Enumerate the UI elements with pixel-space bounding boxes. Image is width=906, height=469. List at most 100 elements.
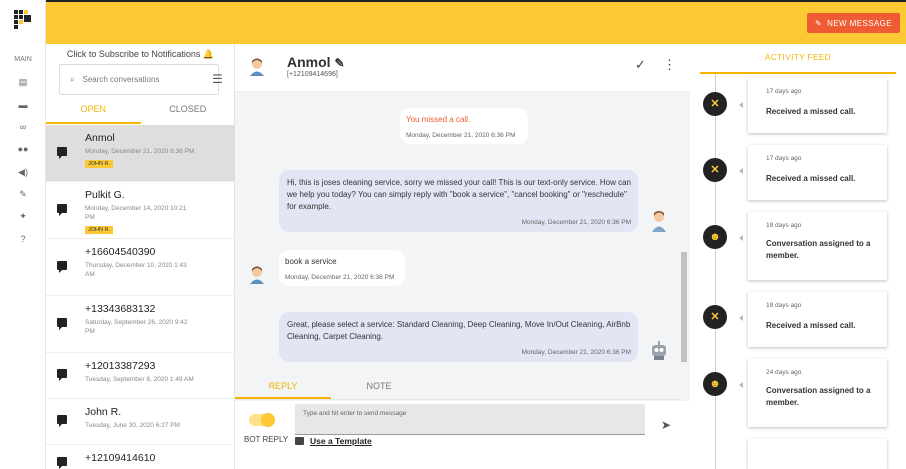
new-message-label: NEW MESSAGE	[827, 18, 892, 28]
edit-name-icon[interactable]: ✎	[334, 56, 344, 70]
chat-bubble-icon	[57, 369, 67, 381]
conversation-items: Anmol Monday, December 21, 2020 6:36 PM …	[46, 125, 235, 469]
message-text: You missed a call.	[406, 115, 471, 124]
help-icon[interactable]: ?	[17, 233, 29, 245]
bot-reply-toggle[interactable]	[249, 413, 275, 427]
checkmark-icon[interactable]: ✓	[635, 57, 646, 73]
message-text: book a service	[285, 257, 337, 266]
app-logo[interactable]	[14, 10, 32, 30]
use-template-label: Use a Template	[310, 436, 372, 446]
outgoing-message: Hi, this is joses cleaning service, sorr…	[279, 170, 638, 232]
timeline-line	[715, 74, 716, 469]
conversation-date: Tuesday, September 8, 2020 1:49 AM	[85, 376, 194, 383]
conversation-item[interactable]: +16604540390 Thursday, December 10, 2020…	[46, 239, 235, 296]
conversation-name: +16604540390	[85, 246, 156, 258]
activity-time: 24 days ago	[766, 369, 802, 376]
contact-phone: [+12109414696]	[287, 71, 338, 78]
activity-card: 24 days ago Conversation assigned to a m…	[748, 359, 887, 427]
chat-bubble-icon	[57, 261, 67, 273]
search-box[interactable]: ⌕ Search conversations	[59, 64, 219, 95]
incoming-message: book a service Monday, December 21, 2020…	[279, 250, 405, 286]
conversation-item[interactable]: +12109414610	[46, 445, 235, 469]
activity-card: 19 days ago Conversation assigned to a m…	[748, 212, 887, 280]
send-icon[interactable]: ➤	[661, 418, 671, 432]
conversations-icon[interactable]: ▬	[17, 99, 29, 111]
chat-bubble-icon	[57, 457, 67, 469]
conversation-name: +12109414610	[85, 452, 156, 464]
agent-avatar	[652, 211, 666, 232]
conversation-name: +13343683132	[85, 303, 156, 315]
contact-name: Anmol ✎	[287, 54, 345, 70]
broadcast-icon[interactable]: ◀)	[17, 166, 29, 178]
conversation-item[interactable]: Pulkit G. Monday, December 14, 2020 10:2…	[46, 182, 235, 239]
search-icon: ⌕	[70, 74, 75, 84]
assign-member-icon: ☻	[703, 372, 743, 396]
tab-reply[interactable]: REPLY	[235, 376, 331, 399]
assign-member-icon: ☻	[703, 225, 743, 249]
tab-closed[interactable]: CLOSED	[141, 102, 236, 124]
chat-bubble-icon	[57, 204, 67, 216]
activity-text: Conversation assigned to a member.	[766, 239, 871, 260]
nav-section-label: MAIN	[14, 56, 32, 63]
chat-bubble-icon	[57, 318, 67, 330]
contact-avatar	[250, 58, 264, 76]
more-options-icon[interactable]: ⋮	[663, 57, 676, 73]
bell-icon: 🔔	[202, 49, 215, 59]
conversation-name: +12013387293	[85, 360, 156, 372]
conversation-date: Tuesday, June 30, 2020 6:27 PM	[85, 422, 181, 429]
edit-icon[interactable]: ✎	[17, 188, 29, 200]
activity-time: 17 days ago	[766, 88, 802, 95]
conversation-item[interactable]: +12013387293 Tuesday, September 8, 2020 …	[46, 353, 235, 399]
activity-card: 17 days ago Received a missed call.	[748, 78, 887, 133]
conversation-list-panel: Click to Subscribe to Notifications 🔔 ⌕ …	[46, 44, 235, 469]
outgoing-message: Great, please select a service: Standard…	[279, 312, 638, 362]
message-timestamp: Monday, December 21, 2020 6:36 PM	[521, 219, 631, 226]
missed-call-icon: ✕	[703, 305, 743, 329]
tab-open[interactable]: OPEN	[46, 102, 141, 124]
assignee-tag: JOHN R.	[85, 160, 113, 168]
conversation-item[interactable]: Anmol Monday, December 21, 2020 6:36 PM …	[46, 125, 235, 182]
contacts-icon[interactable]: ●●	[17, 143, 29, 155]
use-template-button[interactable]: Use a Template	[295, 436, 372, 446]
activity-feed-underline	[700, 72, 896, 74]
dashboard-icon[interactable]: ▤	[17, 76, 29, 88]
tab-note[interactable]: NOTE	[331, 376, 427, 399]
conversation-item[interactable]: +13343683132 Saturday, September 26, 202…	[46, 296, 235, 353]
activity-text: Received a missed call.	[766, 174, 856, 183]
settings-icon[interactable]: ✦	[17, 210, 29, 222]
message-text: Great, please select a service: Standard…	[287, 320, 631, 341]
contact-name-text: Anmol	[287, 54, 331, 70]
contact-avatar	[250, 266, 264, 284]
conversation-date: Monday, December 21, 2020 6:36 PM	[85, 148, 195, 155]
chat-bubble-icon	[57, 415, 67, 427]
scroll-thumb[interactable]	[681, 252, 687, 362]
chat-panel: Anmol ✎ [+12109414696] ✓ ⋮ You missed a …	[235, 44, 690, 469]
message-input[interactable]: Type and hit enter to send message	[295, 404, 645, 435]
subscribe-notifications-link[interactable]: Click to Subscribe to Notifications 🔔	[46, 49, 235, 60]
message-timestamp: Monday, December 21, 2020 6:36 PM	[406, 132, 516, 139]
message-timestamp: Monday, December 21, 2020 6:36 PM	[285, 274, 395, 281]
activity-feed-panel: ACTIVITY FEED ✕ 17 days ago Received a m…	[690, 44, 906, 469]
system-message: You missed a call. Monday, December 21, …	[400, 108, 528, 144]
message-timestamp: Monday, December 21, 2020 6:36 PM	[521, 349, 631, 356]
activity-card	[748, 439, 887, 469]
search-input[interactable]: Search conversations	[82, 75, 159, 84]
new-message-button[interactable]: ✎ NEW MESSAGE	[807, 13, 900, 33]
left-nav-rail: MAIN ▤ ▬ ∞ ●● ◀) ✎ ✦ ?	[0, 0, 46, 469]
conversation-tabs: OPEN CLOSED	[46, 102, 235, 124]
compose-area: BOT REPLY Type and hit enter to send mes…	[235, 401, 690, 469]
activity-time: 19 days ago	[766, 302, 802, 309]
conversation-item[interactable]: John R. Tuesday, June 30, 2020 6:27 PM	[46, 399, 235, 445]
conversation-name: Anmol	[85, 132, 115, 144]
activity-text: Received a missed call.	[766, 321, 856, 330]
activity-card: 17 days ago Received a missed call.	[748, 145, 887, 200]
filter-icon[interactable]: ☰	[212, 72, 223, 86]
conversation-date: Thursday, December 10, 2020 1:43 AM	[85, 262, 187, 278]
activity-time: 19 days ago	[766, 222, 802, 229]
subscribe-text: Click to Subscribe to Notifications	[66, 49, 201, 59]
compose-tabs: REPLY NOTE	[235, 376, 680, 400]
voicemail-icon[interactable]: ∞	[17, 121, 29, 133]
bot-reply-label: BOT REPLY	[244, 435, 289, 444]
conversation-date: Monday, December 14, 2020 10:21 PM	[85, 205, 187, 221]
message-scrollbar[interactable]	[680, 92, 688, 414]
